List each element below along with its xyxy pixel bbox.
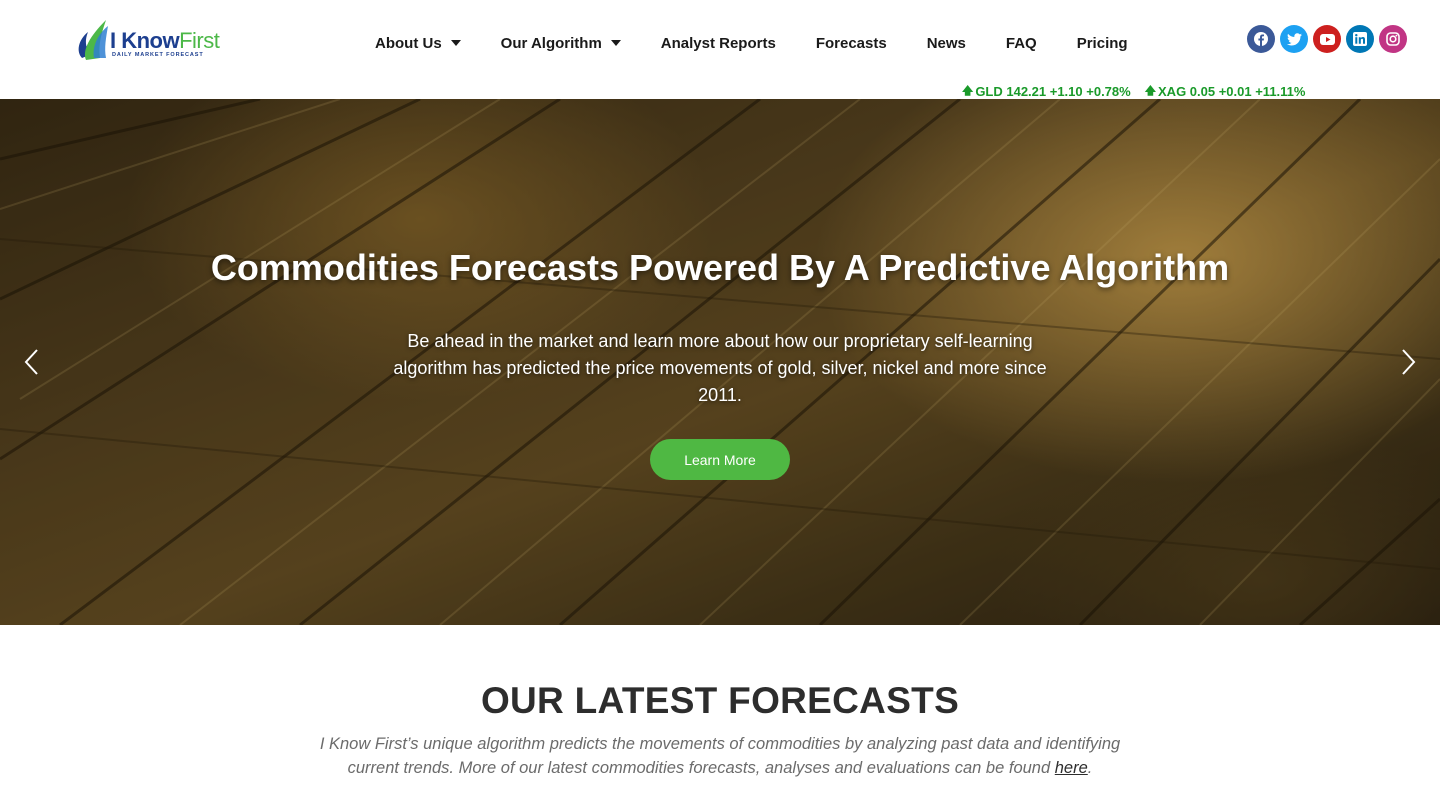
nav-item-faq[interactable]: FAQ [1006,35,1037,52]
slider-prev-button[interactable] [22,347,46,377]
chevron-down-icon [450,40,461,46]
hero-slider: Commodities Forecasts Powered By A Predi… [0,99,1440,625]
ticker-text: GLD 142.21 +1.10 +0.78% [975,84,1131,99]
nav-item-news[interactable]: News [927,35,966,52]
section-title: OUR LATEST FORECASTS [480,680,960,721]
nav-item-label: Analyst Reports [660,34,776,52]
nav-item-about-us[interactable]: About Us [375,35,461,52]
nav-item-our-algorithm[interactable]: Our Algorithm [501,35,621,52]
instagram-icon [1386,32,1400,46]
description-tail: . [1087,759,1093,777]
main-nav: About Us Our Algorithm Analyst Reports F… [375,33,1128,53]
facebook-button[interactable] [1247,25,1275,53]
nav-item-pricing[interactable]: Pricing [1077,35,1128,52]
site-header: I KnowFirst DAILY MARKET FORECAST About … [0,0,1440,99]
section-description: I Know First’s unique algorithm predicts… [300,732,1140,780]
facebook-icon [1254,32,1268,46]
instagram-button[interactable] [1379,25,1407,53]
linkedin-icon [1353,32,1367,46]
hero-subtitle: Be ahead in the market and learn more ab… [393,331,1047,405]
youtube-button[interactable] [1313,25,1341,53]
chevron-left-icon [24,349,38,375]
nav-item-forecasts[interactable]: Forecasts [816,35,887,52]
social-links [1247,25,1407,53]
youtube-icon [1319,33,1335,45]
brand-tagline: DAILY MARKET FORECAST [112,52,204,58]
learn-more-button[interactable]: Learn More [650,439,790,480]
nav-item-label: Forecasts [815,34,887,52]
nav-item-label: FAQ [1005,34,1037,52]
ticker-text: XAG 0.05 +0.01 +11.11% [1158,84,1306,99]
chevron-down-icon [610,40,621,46]
slider-next-button[interactable] [1398,347,1422,377]
brand-name: I KnowFirst [110,28,220,53]
nav-item-label: Our Algorithm [500,34,602,52]
here-link[interactable]: here [1055,759,1088,777]
nav-item-label: News [926,34,966,52]
nav-item-label: Pricing [1076,34,1128,52]
logo-mark-icon [78,20,108,60]
nav-item-label: About Us [375,34,442,52]
brand-logo[interactable]: I KnowFirst DAILY MARKET FORECAST [72,14,222,64]
chevron-right-icon [1402,349,1416,375]
twitter-button[interactable] [1280,25,1308,53]
twitter-icon [1286,32,1302,45]
linkedin-button[interactable] [1346,25,1374,53]
description-text: I Know First’s unique algorithm predicts… [319,735,1121,777]
hero-title: Commodities Forecasts Powered By A Predi… [210,247,1230,288]
nav-item-analyst-reports[interactable]: Analyst Reports [661,35,776,52]
